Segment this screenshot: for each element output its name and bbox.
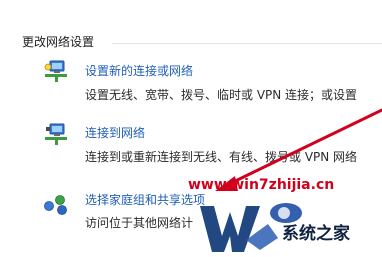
section-header: 更改网络设置 bbox=[22, 35, 95, 49]
network-connect-icon[interactable] bbox=[42, 121, 70, 149]
network-setup-icon[interactable] bbox=[42, 58, 70, 86]
task-link-homegroup[interactable]: 选择家庭组和共享选项 bbox=[85, 191, 205, 208]
task-desc-setup-connection: 设置无线、宽带、拨号、临时或 VPN 连接；或设置 bbox=[85, 88, 358, 102]
task-link-setup-connection[interactable]: 设置新的连接或网络 bbox=[85, 62, 193, 79]
homegroup-icon[interactable] bbox=[42, 190, 70, 218]
section-divider bbox=[112, 43, 382, 44]
task-link-connect-network[interactable]: 连接到网络 bbox=[85, 124, 145, 141]
task-desc-homegroup: 访问位于其他网络计 bbox=[85, 216, 194, 230]
task-desc-connect-network: 连接到或重新连接到无线、有线、拨号或 VPN 网络 bbox=[85, 150, 358, 164]
watermark-brand: 系统之家 bbox=[282, 224, 350, 244]
